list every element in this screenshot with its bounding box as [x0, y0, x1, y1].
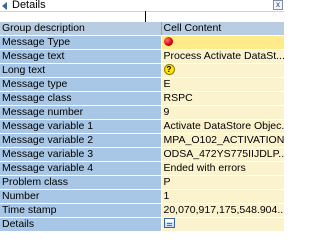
group-description-cell[interactable]: Message variable 2: [0, 133, 162, 148]
table-row[interactable]: Message variable 3 ODSA_472YS775IIJDLP...: [0, 147, 285, 162]
collapse-arrow-icon[interactable]: [2, 2, 7, 10]
group-description-cell[interactable]: Message type: [0, 77, 162, 92]
cell-content-cell[interactable]: E: [161, 77, 285, 92]
group-description-cell[interactable]: Details: [0, 217, 162, 232]
group-description-cell[interactable]: Number: [0, 189, 162, 204]
group-description-cell[interactable]: Time stamp: [0, 203, 162, 218]
table-row[interactable]: Details: [0, 217, 285, 232]
cell-content-cell[interactable]: 1: [161, 189, 285, 204]
table-row[interactable]: Problem class P: [0, 175, 285, 190]
table-row[interactable]: Message class RSPC: [0, 91, 285, 106]
table-row[interactable]: Long text?: [0, 63, 285, 78]
table-header-row: Group description Cell Content: [0, 22, 285, 36]
table-row[interactable]: Message text Process Activate DataSt...: [0, 49, 285, 64]
cell-content-cell[interactable]: ODSA_472YS775IIJDLP...: [161, 147, 285, 162]
cell-content-cell[interactable]: Activate DataStore Objec...: [161, 119, 285, 134]
group-description-cell[interactable]: Message text: [0, 49, 162, 64]
table-row[interactable]: Message variable 1 Activate DataStore Obj…: [0, 119, 285, 134]
details-window: Details x Group description Cell Content…: [0, 0, 285, 248]
cell-content-cell[interactable]: P: [161, 175, 285, 190]
cell-content-cell[interactable]: 9: [161, 105, 285, 120]
cell-content-cell[interactable]: Ended with errors: [161, 161, 285, 176]
cell-content-cell[interactable]: Process Activate DataSt...: [161, 49, 285, 64]
cell-content-cell[interactable]: 20,070,917,175,548.904...: [161, 203, 285, 218]
group-description-cell[interactable]: Problem class: [0, 175, 162, 190]
details-icon[interactable]: [163, 218, 175, 229]
group-description-cell[interactable]: Message number: [0, 105, 162, 120]
cell-content-cell[interactable]: [161, 35, 285, 50]
cell-content-cell[interactable]: ?: [161, 63, 285, 78]
red-light-icon: [163, 36, 173, 46]
table-row[interactable]: Number 1: [0, 189, 285, 204]
table-row[interactable]: Message Type: [0, 35, 285, 50]
column-header-cell-content[interactable]: Cell Content: [161, 22, 285, 36]
group-description-cell[interactable]: Message Type: [0, 35, 162, 50]
table-row[interactable]: Time stamp 20,070,917,175,548.904...: [0, 203, 285, 218]
group-description-cell[interactable]: Message variable 3: [0, 147, 162, 162]
table-row[interactable]: Message number 9: [0, 105, 285, 120]
table-row[interactable]: Message type E: [0, 77, 285, 92]
group-description-cell[interactable]: Message class: [0, 91, 162, 106]
group-description-cell[interactable]: Message variable 1: [0, 119, 162, 134]
help-question-icon[interactable]: ?: [163, 63, 175, 75]
table-row[interactable]: Message variable 2 MPA_O102_ACTIVATION: [0, 133, 285, 148]
cell-content-cell[interactable]: MPA_O102_ACTIVATION: [161, 133, 285, 148]
group-description-cell[interactable]: Long text: [0, 63, 162, 78]
column-divider: [145, 11, 146, 22]
cell-content-cell[interactable]: [161, 217, 285, 232]
window-title: Details: [12, 0, 46, 11]
table-row[interactable]: Message variable 4 Ended with errors: [0, 161, 285, 176]
details-table: Group description Cell Content Message T…: [0, 22, 285, 232]
group-description-cell[interactable]: Message variable 4: [0, 161, 162, 176]
column-header-group-description[interactable]: Group description: [0, 22, 162, 36]
close-button[interactable]: x: [273, 0, 283, 10]
cell-content-cell[interactable]: RSPC: [161, 91, 285, 106]
title-bar: Details x: [0, 0, 284, 12]
